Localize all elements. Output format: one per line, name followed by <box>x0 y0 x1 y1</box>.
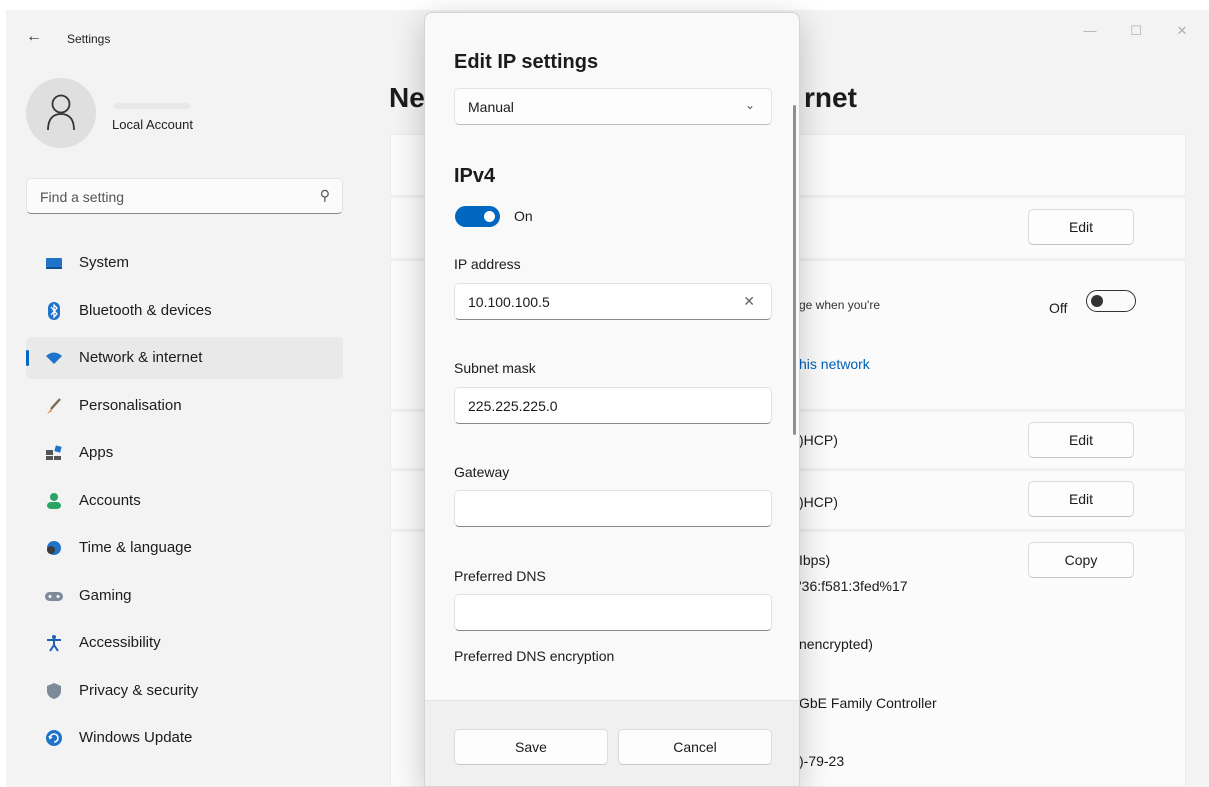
active-indicator <box>26 350 29 366</box>
sidebar-item-label: System <box>79 254 130 271</box>
sidebar-item-label: Apps <box>79 444 114 461</box>
metered-connection-toggle[interactable] <box>1086 290 1136 312</box>
ip-address-label: IP address <box>454 256 521 272</box>
ipv4-toggle-label: On <box>514 208 533 224</box>
sidebar-item-accounts[interactable]: Accounts <box>26 480 343 522</box>
search-icon: ⚲ <box>319 187 330 203</box>
system-icon <box>44 253 64 273</box>
sidebar-item-time-language[interactable]: Time & language <box>26 527 343 569</box>
search-input[interactable]: Find a setting ⚲ <box>26 178 343 214</box>
sidebar-item-label: Gaming <box>79 586 132 604</box>
sidebar-item-system[interactable]: System <box>26 242 343 284</box>
save-button[interactable]: Save <box>454 729 608 765</box>
avatar[interactable] <box>26 78 96 148</box>
ipv4-toggle[interactable] <box>455 206 500 227</box>
dns-encryption-value: nencrypted) <box>799 636 873 652</box>
preferred-dns-label: Preferred DNS <box>454 568 546 584</box>
globe-clock-icon <box>44 538 64 558</box>
preferred-dns-field[interactable] <box>454 594 772 631</box>
ipv6-address-value: '36:f581:3fed%17 <box>799 578 908 594</box>
person-icon <box>44 491 64 511</box>
mac-address-value: )-79-23 <box>799 753 845 769</box>
dialog-scrollbar[interactable] <box>793 105 796 435</box>
profile-account-type: Local Account <box>112 117 193 132</box>
gamepad-icon <box>44 586 64 606</box>
subnet-mask-label: Subnet mask <box>454 360 536 376</box>
person-icon <box>47 94 75 131</box>
edit-ip-settings-dialog: Edit IP settings Manual ⌄ IPv4 On IP add… <box>424 12 800 787</box>
close-button[interactable]: ✕ <box>1162 18 1202 44</box>
brush-icon <box>44 396 64 416</box>
chevron-down-icon: ⌄ <box>744 98 755 112</box>
accessibility-icon <box>44 633 64 653</box>
data-limit-link[interactable]: his network <box>799 356 870 372</box>
sidebar-item-label: Network & internet <box>79 349 203 366</box>
adapter-description-value: GbE Family Controller <box>799 695 937 711</box>
update-icon <box>44 728 64 748</box>
shield-icon <box>44 681 64 701</box>
back-button[interactable]: ← <box>26 28 42 46</box>
dns-assignment-value: )HCP) <box>799 494 838 510</box>
wifi-icon <box>44 348 64 368</box>
sidebar-item-label: Privacy & security <box>79 681 199 699</box>
metered-toggle-label: Off <box>1049 300 1068 316</box>
sidebar-item-personalisation[interactable]: Personalisation <box>26 385 343 427</box>
link-speed-value: Ibps) <box>799 552 831 568</box>
page-title: Ne <box>389 82 425 113</box>
page-title-suffix: rnet <box>804 82 857 113</box>
ip-mode-dropdown[interactable]: Manual ⌄ <box>454 88 772 125</box>
app-title: Settings <box>67 32 111 46</box>
sidebar-item-network[interactable]: Network & internet <box>26 337 343 379</box>
sidebar-item-bluetooth[interactable]: Bluetooth & devices <box>26 290 343 332</box>
sidebar-item-label: Accounts <box>79 491 141 509</box>
ip-address-field[interactable]: 10.100.100.5 ✕ <box>454 283 772 320</box>
sidebar-item-label: Personalisation <box>79 396 182 414</box>
sidebar-nav: System Bluetooth & devices Network & int… <box>26 242 343 765</box>
edit-dns-button[interactable]: Edit <box>1028 481 1134 517</box>
sidebar-item-gaming[interactable]: Gaming <box>26 575 343 617</box>
sidebar-item-windows-update[interactable]: Windows Update <box>26 717 343 759</box>
minimize-button[interactable]: — <box>1070 18 1110 44</box>
dns-encryption-label: Preferred DNS encryption <box>454 648 615 664</box>
sidebar-item-label: Windows Update <box>79 729 193 746</box>
sidebar-item-label: Accessibility <box>79 634 161 651</box>
gateway-field[interactable] <box>454 490 772 527</box>
sidebar-item-label: Bluetooth & devices <box>79 301 212 319</box>
maximize-button[interactable]: ☐ <box>1116 18 1156 44</box>
sidebar-item-accessibility[interactable]: Accessibility <box>26 622 343 664</box>
dialog-footer: Save Cancel <box>425 700 799 786</box>
apps-icon <box>44 443 64 463</box>
subnet-mask-field[interactable]: 225.225.225.0 <box>454 387 772 424</box>
toggle-knob <box>1091 294 1103 307</box>
edit-ip-button[interactable]: Edit <box>1028 422 1134 458</box>
dialog-title: Edit IP settings <box>454 51 599 73</box>
sidebar-item-privacy[interactable]: Privacy & security <box>26 670 343 712</box>
search-placeholder: Find a setting <box>40 189 125 205</box>
bluetooth-icon <box>44 301 64 321</box>
subnet-mask-value: 225.225.225.0 <box>468 398 558 414</box>
sidebar-item-label: Time & language <box>79 539 192 556</box>
ip-mode-value: Manual <box>468 99 514 115</box>
copy-button[interactable]: Copy <box>1028 542 1134 578</box>
ip-assignment-value: )HCP) <box>799 432 838 448</box>
toggle-knob <box>484 211 495 222</box>
metered-description: ge when you're <box>799 298 881 312</box>
ip-address-value: 10.100.100.5 <box>468 294 550 310</box>
edit-button[interactable]: Edit <box>1028 209 1134 245</box>
sidebar-item-apps[interactable]: Apps <box>26 432 343 474</box>
cancel-button[interactable]: Cancel <box>618 729 772 765</box>
clear-icon[interactable]: ✕ <box>743 293 755 310</box>
ipv4-section-title: IPv4 <box>454 165 496 187</box>
gateway-label: Gateway <box>454 464 510 480</box>
profile-name-redacted <box>114 103 190 109</box>
